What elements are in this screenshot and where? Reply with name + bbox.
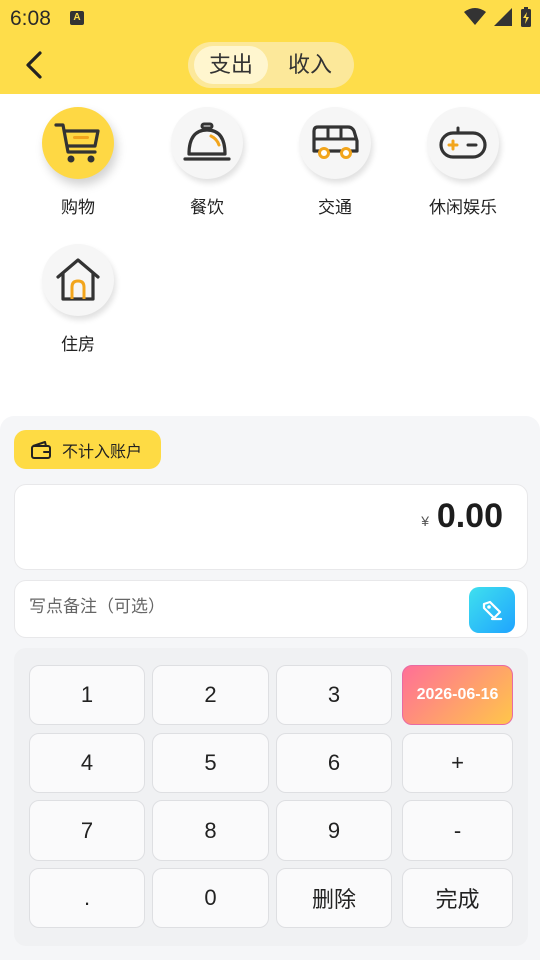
category-circle bbox=[299, 107, 371, 179]
status-icons bbox=[464, 7, 532, 27]
key-decimal[interactable]: . bbox=[29, 868, 145, 928]
category-circle bbox=[171, 107, 243, 179]
category-label: 餐饮 bbox=[190, 198, 224, 217]
category-transport[interactable]: 交通 bbox=[280, 107, 390, 218]
keypad: 1 2 3 2026-06-16 4 5 6 + 7 8 9 - . 0 删除 … bbox=[14, 648, 528, 946]
type-toggle: 支出 收入 bbox=[188, 42, 354, 88]
exclude-tag-label: 不计入账户 bbox=[62, 443, 143, 461]
category-dining[interactable]: 餐饮 bbox=[152, 107, 262, 218]
date-picker-button[interactable]: 2026-06-16 bbox=[402, 665, 513, 725]
key-8[interactable]: 8 bbox=[152, 800, 269, 861]
bus-icon bbox=[312, 125, 359, 159]
category-leisure[interactable]: 休闲娱乐 bbox=[408, 107, 518, 218]
category-circle bbox=[427, 107, 499, 179]
tab-expense[interactable]: 支出 bbox=[194, 46, 268, 84]
key-plus[interactable]: + bbox=[402, 733, 513, 793]
amount-display: ¥ 0.00 bbox=[14, 484, 528, 570]
category-shopping[interactable]: 购物 bbox=[23, 107, 133, 218]
notification-a-icon: A bbox=[70, 11, 84, 25]
shopping-cart-icon bbox=[54, 123, 100, 163]
memo-input[interactable] bbox=[29, 597, 449, 617]
category-label: 购物 bbox=[61, 198, 95, 217]
key-4[interactable]: 4 bbox=[29, 733, 145, 793]
status-time: 6:08 bbox=[10, 7, 51, 30]
wifi-icon bbox=[464, 8, 486, 25]
key-9[interactable]: 9 bbox=[276, 800, 392, 861]
key-1[interactable]: 1 bbox=[29, 665, 145, 725]
signal-icon bbox=[494, 8, 512, 26]
category-label: 住房 bbox=[61, 335, 95, 354]
category-housing[interactable]: 住房 bbox=[23, 244, 133, 355]
currency-symbol: ¥ bbox=[421, 513, 429, 529]
key-minus[interactable]: - bbox=[402, 800, 513, 861]
category-label: 交通 bbox=[318, 198, 352, 217]
dining-bell-icon bbox=[183, 122, 231, 161]
top-app-bar: 6:08 A 支出 收入 bbox=[0, 0, 540, 94]
chevron-left-icon bbox=[26, 51, 42, 79]
memo-tag-button[interactable] bbox=[469, 587, 515, 633]
key-5[interactable]: 5 bbox=[152, 733, 269, 793]
category-circle bbox=[42, 107, 114, 179]
gamepad-icon bbox=[439, 126, 487, 159]
memo-field bbox=[14, 580, 528, 638]
battery-icon bbox=[521, 7, 531, 27]
amount-value: 0.00 bbox=[436, 497, 503, 535]
category-circle bbox=[42, 244, 114, 316]
key-6[interactable]: 6 bbox=[276, 733, 392, 793]
key-7[interactable]: 7 bbox=[29, 800, 145, 861]
delete-button[interactable]: 删除 bbox=[276, 868, 392, 928]
house-icon bbox=[56, 258, 100, 301]
tab-income[interactable]: 收入 bbox=[273, 46, 347, 84]
tag-pen-icon bbox=[482, 600, 503, 621]
key-3[interactable]: 3 bbox=[276, 665, 392, 725]
done-button[interactable]: 完成 bbox=[402, 868, 513, 928]
key-2[interactable]: 2 bbox=[152, 665, 269, 725]
exclude-from-account-toggle[interactable]: 不计入账户 bbox=[14, 430, 161, 469]
category-label: 休闲娱乐 bbox=[429, 198, 497, 217]
wallet-icon bbox=[31, 440, 51, 459]
key-0[interactable]: 0 bbox=[152, 868, 269, 928]
back-button[interactable] bbox=[20, 48, 48, 82]
